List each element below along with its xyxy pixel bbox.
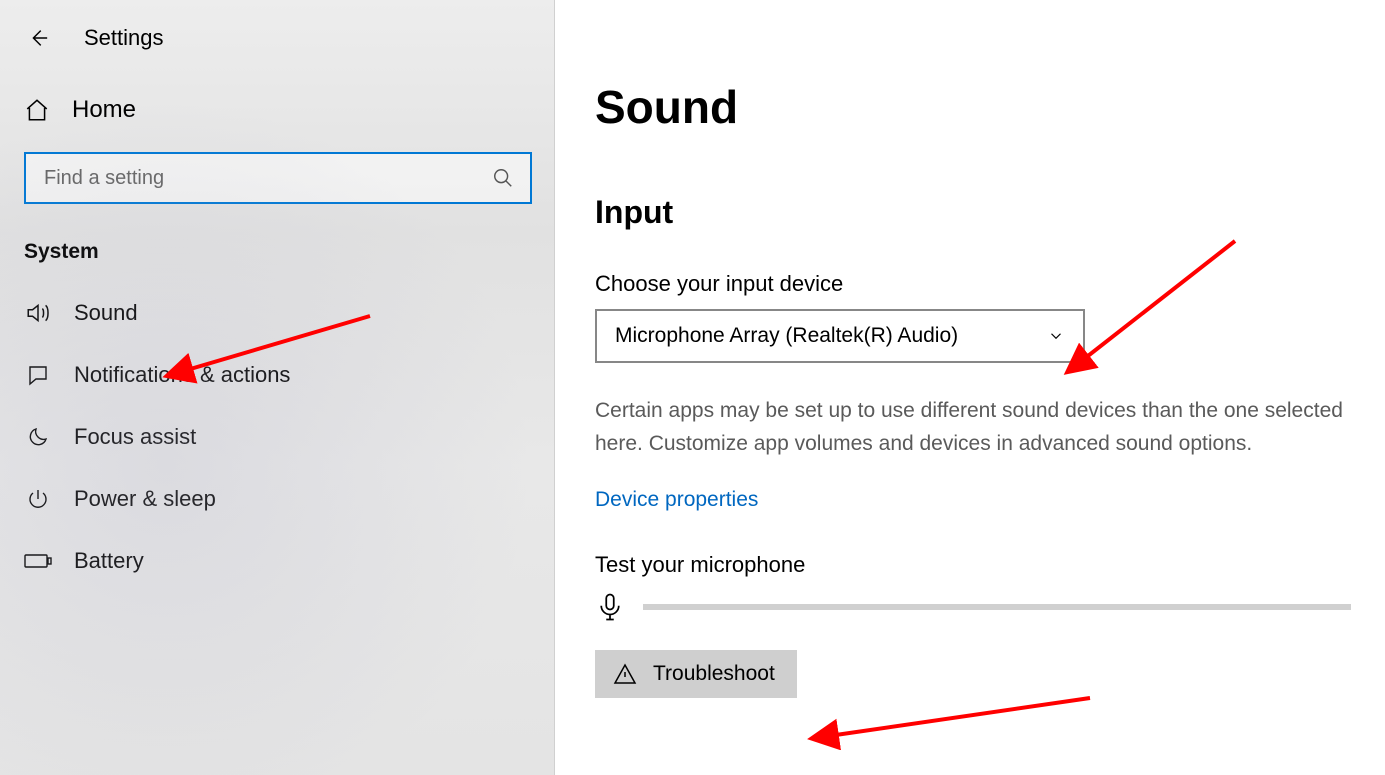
sidebar-item-focus-assist[interactable]: Focus assist — [0, 406, 554, 468]
section-title: Input — [595, 194, 1351, 231]
home-icon — [24, 97, 50, 123]
chevron-down-icon — [1047, 327, 1065, 345]
sidebar-item-label: Notifications & actions — [74, 362, 290, 388]
sidebar-home[interactable]: Home — [0, 80, 554, 146]
sidebar-item-sound[interactable]: Sound — [0, 282, 554, 344]
troubleshoot-button[interactable]: Troubleshoot — [595, 650, 797, 698]
moon-icon — [24, 425, 52, 449]
power-icon — [24, 487, 52, 511]
sidebar-item-power-sleep[interactable]: Power & sleep — [0, 468, 554, 530]
category-label: System — [0, 228, 554, 282]
search-icon — [492, 167, 514, 189]
test-mic-label: Test your microphone — [595, 552, 1351, 578]
input-device-dropdown[interactable]: Microphone Array (Realtek(R) Audio) — [595, 309, 1085, 363]
search-box[interactable] — [24, 152, 532, 204]
device-properties-link[interactable]: Device properties — [595, 488, 758, 512]
warning-icon — [613, 662, 637, 686]
sidebar-item-notifications[interactable]: Notifications & actions — [0, 344, 554, 406]
arrow-left-icon — [27, 27, 49, 49]
sidebar-item-label: Focus assist — [74, 424, 196, 450]
search-input[interactable] — [42, 166, 492, 191]
sidebar-item-label: Sound — [74, 300, 138, 326]
chat-icon — [24, 363, 52, 387]
sidebar-item-battery[interactable]: Battery — [0, 530, 554, 592]
settings-title: Settings — [84, 25, 164, 51]
page-title: Sound — [595, 80, 1351, 134]
sidebar-item-label: Battery — [74, 548, 144, 574]
troubleshoot-label: Troubleshoot — [653, 662, 775, 686]
main-content: Sound Input Choose your input device Mic… — [555, 0, 1385, 775]
back-button[interactable] — [20, 20, 56, 56]
sidebar: Settings Home System Sound Notific — [0, 0, 555, 775]
sidebar-item-label: Power & sleep — [74, 486, 216, 512]
mic-level-bar — [643, 604, 1351, 610]
battery-icon — [24, 552, 52, 570]
speaker-icon — [24, 300, 52, 326]
input-description: Certain apps may be set up to use differ… — [595, 395, 1351, 460]
microphone-icon — [595, 592, 625, 622]
home-label: Home — [72, 96, 136, 124]
input-device-label: Choose your input device — [595, 271, 1351, 297]
dropdown-value: Microphone Array (Realtek(R) Audio) — [615, 324, 958, 348]
